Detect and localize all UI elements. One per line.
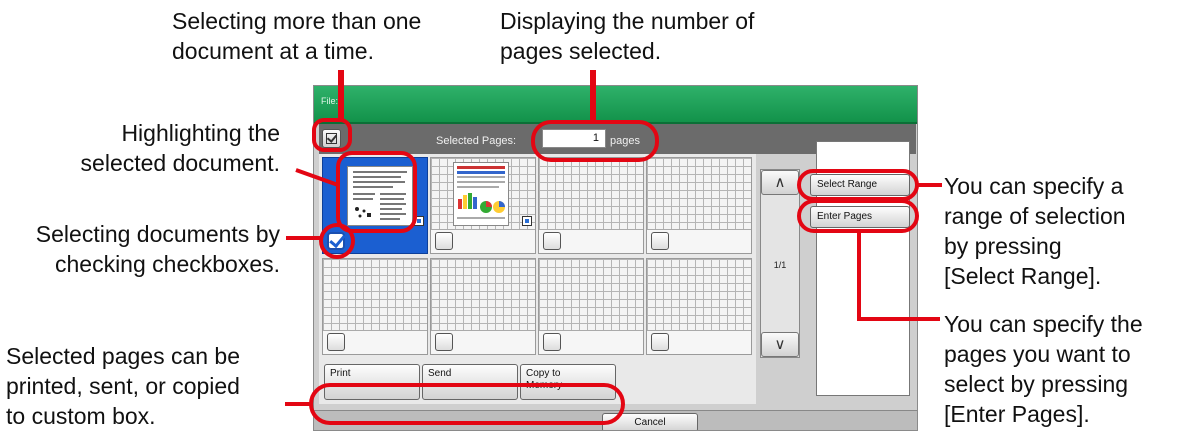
tile-checkbox[interactable] [435,333,453,351]
tile-checkbox[interactable] [327,333,345,351]
document-tile[interactable] [322,157,428,254]
scroll-up-button[interactable]: ∧ [761,170,799,195]
selected-pages-count: 1 [542,129,606,148]
callout-multi-select: Selecting more than one document at a ti… [172,8,422,64]
document-tile[interactable] [322,258,428,355]
select-all-icon [326,133,337,144]
enter-pages-button[interactable]: Enter Pages [810,206,910,228]
title-bar: File: [314,86,917,124]
print-button[interactable]: Print [324,364,420,400]
document-tile[interactable] [430,258,536,355]
callout-page-count: Displaying the number of pages selected. [500,8,755,64]
tile-checkbox[interactable] [435,232,453,250]
tile-checkbox[interactable] [543,232,561,250]
tile-checkbox[interactable] [651,232,669,250]
panel-title: File: [321,96,339,106]
document-thumbnail [347,166,413,226]
selected-pages-unit: pages [610,135,640,147]
document-tile[interactable] [646,258,752,355]
callout-checkbox: Selecting documents by checking checkbox… [35,221,280,277]
page-indicator: 1/1 [773,260,787,270]
selected-pages-label: Selected Pages: [436,135,517,147]
cancel-button[interactable]: Cancel [602,413,698,430]
document-tile[interactable] [538,157,644,254]
document-grid: Print Send Copy to Memory [319,154,756,404]
document-tile[interactable] [646,157,752,254]
callout-actions: Selected pages can be printed, sent, or … [6,343,241,429]
callout-select-range: You can specify a range of selection by … [944,173,1126,289]
document-box-panel: File: Selected Pages: 1 pages Print Send… [313,85,918,431]
send-button[interactable]: Send [422,364,518,400]
tile-checkbox[interactable] [327,232,345,250]
callout-enter-pages: You can specify the pages you want to se… [944,311,1143,427]
text-page-thumbnail [353,171,407,220]
document-tile[interactable] [430,157,536,254]
footer-bar: Cancel [314,410,917,430]
select-range-button[interactable]: Select Range [810,174,910,196]
select-all-checkbox[interactable] [322,129,341,148]
scroll-down-button[interactable]: ∨ [761,332,799,357]
chevron-up-icon: ∧ [774,174,786,191]
callout-highlight: Highlighting the selected document. [80,120,280,176]
document-file-icon [414,216,424,226]
document-tile[interactable] [538,258,644,355]
chart-page-thumbnail [457,166,505,219]
document-file-icon [522,216,532,226]
chevron-down-icon: ∨ [774,336,786,353]
tile-checkbox[interactable] [543,333,561,351]
page-scroller: ∧ 1/1 ∨ [760,169,800,358]
tile-checkbox[interactable] [651,333,669,351]
document-thumbnail [453,162,509,226]
copy-to-memory-button[interactable]: Copy to Memory [520,364,616,400]
